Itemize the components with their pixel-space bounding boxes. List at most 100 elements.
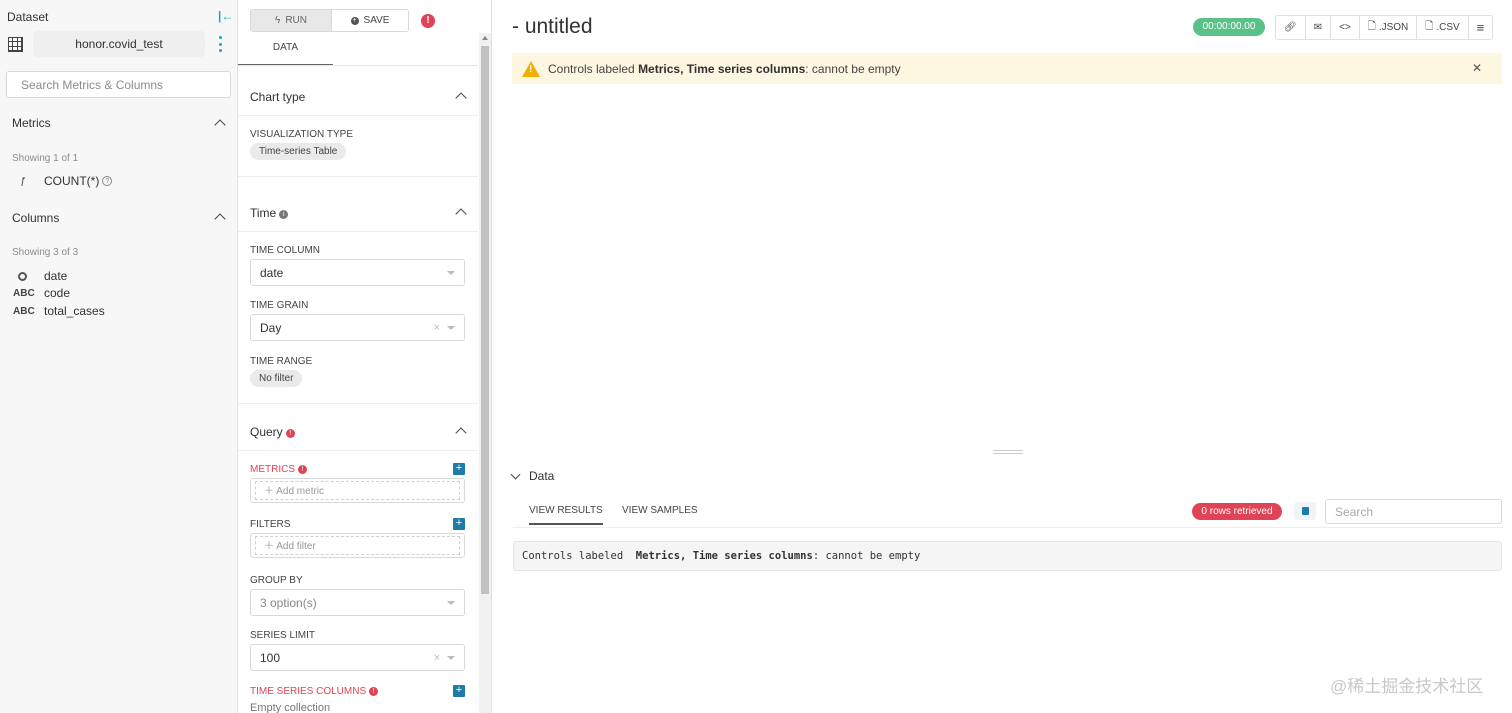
scroll-up-icon[interactable] [482,36,488,40]
add-metric-plus-icon[interactable]: + [453,463,465,475]
ts-columns-label: TIME SERIES COLUMNS! [250,686,379,697]
close-icon[interactable]: ✕ [1472,61,1482,75]
clear-icon[interactable]: × [434,645,440,671]
scrollbar-thumb[interactable] [481,46,489,594]
menu-button[interactable]: ≡ [1469,16,1493,39]
time-column-label: TIME COLUMN [250,245,320,256]
hamburger-icon: ≡ [1476,20,1485,35]
time-range-label: TIME RANGE [250,356,313,367]
error-icon[interactable]: ! [421,14,435,28]
help-icon: ? [102,176,113,186]
info-icon: i [279,210,289,219]
metrics-label-text: METRICS [250,464,295,475]
chevron-up-icon[interactable] [214,213,226,225]
header-actions: 🔗︎ ✉ <> 🗋︎ .JSON 🗋︎ .CSV ≡ [1275,15,1494,40]
run-button[interactable]: ϟ RUN [251,10,331,31]
columns-section-title[interactable]: Columns [12,211,59,225]
file-icon: 🗋︎ [1367,21,1376,32]
error-dot-icon: ! [298,465,307,474]
rows-retrieved-badge: 0 rows retrieved [1192,503,1282,520]
add-ts-column-plus-icon[interactable]: + [453,685,465,697]
bolt-icon: ϟ [275,15,281,26]
control-panel: ϟ RUN + SAVE ! DATA Chart type VISUALIZA… [238,0,492,713]
chart-type-section-title[interactable]: Chart type [250,90,305,104]
viz-type-label: VISUALIZATION TYPE [250,129,353,140]
error-suffix: : cannot be empty [812,550,921,562]
warning-icon: ! [522,60,540,77]
time-column-value: date [260,266,284,280]
chevron-up-icon[interactable] [455,92,467,104]
tab-view-results[interactable]: VIEW RESULTS [529,505,603,525]
tab-divider [238,65,478,66]
series-limit-label: SERIES LIMIT [250,630,316,641]
data-section-toggle[interactable]: Data [510,469,554,483]
string-type-icon: ABC [13,305,35,317]
chevron-up-icon[interactable] [455,427,467,439]
error-bold: Metrics, Time series columns [635,550,813,562]
error-dot-icon: ! [369,687,379,696]
columns-showing-count: Showing 3 of 3 [12,247,79,258]
filters-label: FILTERS [250,519,291,530]
caret-down-icon [447,656,455,660]
json-label: .JSON [1378,22,1409,33]
ts-columns-empty: Empty collection [250,702,331,713]
chart-area: - untitled 00:00:00.00 🔗︎ ✉ <> 🗋︎ .JSON 🗋… [493,0,1512,713]
column-item[interactable]: ABC total_cases [13,304,105,318]
dataset-panel-title: Dataset [7,10,49,24]
metric-item[interactable]: ƒ COUNT(*) ? [13,174,113,188]
time-range-pill[interactable]: No filter [250,370,303,387]
function-icon: ƒ [20,175,26,187]
export-csv-button[interactable]: 🗋︎ .CSV [1417,16,1469,39]
more-vertical-icon[interactable] [219,36,223,52]
results-search-input[interactable]: Search [1325,499,1502,524]
add-metric-field[interactable]: ＋ Add metric [250,478,465,503]
dataset-panel: Dataset |← honor.covid_test Search Metri… [0,0,238,713]
column-name: date [44,269,68,283]
search-metrics-columns-input[interactable]: Search Metrics & Columns [6,71,231,98]
column-item[interactable]: date [13,269,67,283]
column-name: total_cases [44,304,105,318]
add-filter-plus-icon[interactable]: + [453,518,465,530]
dataset-name[interactable]: honor.covid_test [33,31,205,57]
tab-view-samples[interactable]: VIEW SAMPLES [622,505,698,516]
copy-button[interactable] [1294,502,1316,520]
viz-type-pill[interactable]: Time-series Table [250,143,347,160]
time-column-select[interactable]: date [250,259,465,286]
group-by-select[interactable]: 3 option(s) [250,589,465,616]
embed-button[interactable]: <> [1331,16,1360,39]
metrics-showing-count: Showing 1 of 1 [12,153,79,164]
add-filter-field[interactable]: ＋ Add filter [250,533,465,558]
collapse-panel-icon[interactable]: |← [218,9,233,23]
caret-down-icon [447,601,455,605]
alert-prefix: Controls labeled [548,61,639,76]
time-title-text: Time [250,206,277,220]
chevron-up-icon[interactable] [455,208,467,220]
export-json-button[interactable]: 🗋︎ .JSON [1360,16,1418,39]
section-divider [238,403,478,404]
column-name: code [44,286,71,300]
section-divider [238,231,478,232]
alert-suffix: : cannot be empty [805,61,901,76]
link-icon: 🔗︎ [1284,22,1297,33]
tab-data[interactable]: DATA [238,33,333,66]
resize-handle[interactable] [993,450,1023,454]
column-item[interactable]: ABC code [13,286,70,300]
email-button[interactable]: ✉ [1306,16,1332,39]
run-save-group: ϟ RUN + SAVE [250,9,409,32]
string-type-icon: ABC [13,287,35,299]
query-section-title[interactable]: Query! [250,425,295,439]
clear-icon[interactable]: × [434,315,440,341]
save-button[interactable]: + SAVE [331,10,408,31]
chart-title[interactable]: - untitled [512,15,593,39]
link-button[interactable]: 🔗︎ [1276,16,1306,39]
section-divider [238,450,478,451]
csv-label: .CSV [1436,22,1460,33]
watermark: @稀土掘金技术社区 [1330,677,1484,696]
alert-bold: Metrics, Time series columns [638,61,806,76]
time-section-title[interactable]: Time i [250,206,289,220]
chevron-up-icon[interactable] [214,119,226,131]
envelope-icon: ✉ [1313,22,1323,33]
series-limit-select[interactable]: 100 × [250,644,465,671]
metrics-section-title[interactable]: Metrics [12,116,51,130]
time-grain-select[interactable]: Day × [250,314,465,341]
